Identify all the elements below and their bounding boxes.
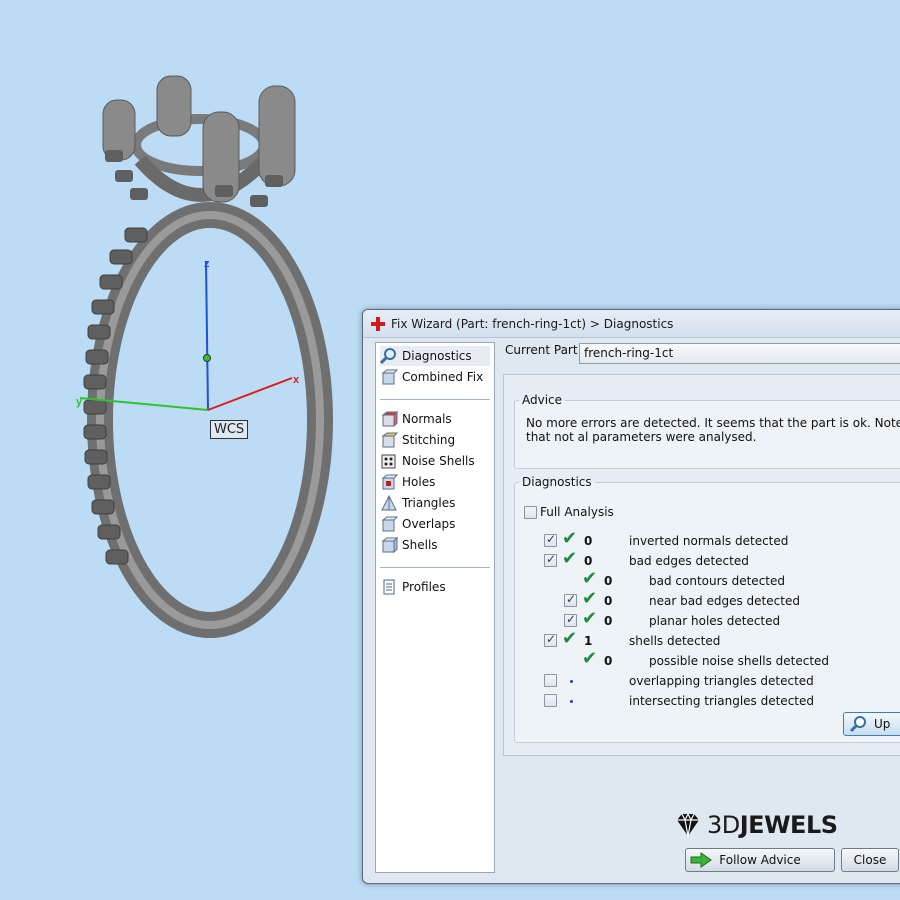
diag-checkbox[interactable] — [544, 694, 557, 707]
diag-label: near bad edges detected — [649, 594, 800, 608]
wcs-label: WCS — [210, 420, 249, 439]
diag-count: 0 — [604, 654, 613, 668]
z-axis-label: z — [204, 258, 210, 270]
sidebar-item-label: Holes — [402, 475, 436, 489]
logo-prefix: 3D — [707, 811, 740, 839]
cube-shells-icon — [381, 536, 398, 554]
sidebar-item-shells[interactable]: Shells — [380, 535, 444, 555]
sidebar-item-overlaps[interactable]: Overlaps — [380, 514, 461, 534]
diag-checkbox[interactable] — [544, 532, 557, 547]
sidebar-divider — [380, 399, 490, 400]
dialog-title: Fix Wizard (Part: french-ring-1ct) > Dia… — [391, 316, 674, 331]
sidebar-item-profiles[interactable]: Profiles — [380, 577, 452, 597]
ok-check-icon: ✔ — [582, 608, 598, 629]
ok-check-icon: ✔ — [562, 528, 578, 549]
update-button[interactable]: Up — [843, 712, 900, 736]
wizard-sidebar: Diagnostics Combined Fix Normals Stitchi… — [375, 342, 495, 873]
diag-label: shells detected — [629, 634, 721, 648]
sidebar-item-diagnostics[interactable]: Diagnostics — [380, 346, 490, 366]
diamond-logo-icon — [677, 812, 699, 837]
cube-stitch-icon — [381, 432, 398, 448]
sidebar-item-stitching[interactable]: Stitching — [380, 430, 461, 450]
diag-label: possible noise shells detected — [649, 654, 830, 668]
diag-count: 0 — [604, 574, 613, 588]
dice-icon — [381, 454, 396, 469]
close-button[interactable]: Close — [841, 848, 899, 872]
sidebar-item-holes[interactable]: Holes — [380, 472, 441, 492]
ok-check-icon: ✔ — [582, 648, 598, 669]
diag-label: planar holes detected — [649, 614, 781, 628]
sidebar-item-label: Overlaps — [402, 517, 456, 531]
3djewels-logo: 3DJEWELS — [675, 810, 845, 840]
logo-suffix: JEWELS — [739, 811, 838, 839]
document-icon — [383, 579, 395, 595]
magnifier-icon — [380, 348, 396, 365]
sidebar-item-label: Normals — [402, 412, 452, 426]
dialog-titlebar[interactable]: Fix Wizard (Part: french-ring-1ct) > Dia… — [363, 310, 900, 338]
diag-label: inverted normals detected — [629, 534, 789, 548]
full-analysis-label: Full Analysis — [540, 505, 614, 519]
follow-advice-button[interactable]: Follow Advice — [685, 848, 835, 872]
pending-dot-icon — [570, 680, 573, 683]
setting-bezel — [131, 114, 269, 176]
sidebar-item-combined-fix[interactable]: Combined Fix — [380, 367, 489, 387]
sidebar-item-label: Diagnostics — [402, 349, 472, 363]
sidebar-item-label: Noise Shells — [402, 454, 475, 468]
fix-wizard-icon — [371, 316, 385, 331]
diag-checkbox[interactable] — [544, 674, 557, 687]
diag-count: 0 — [604, 614, 613, 628]
x-axis-label: x — [293, 374, 300, 386]
diag-label: overlapping triangles detected — [629, 674, 814, 688]
sidebar-divider — [380, 567, 490, 568]
diag-label: intersecting triangles detected — [629, 694, 814, 708]
magnifier-icon — [850, 716, 866, 733]
cube-icon — [381, 369, 398, 385]
close-button-label: Close — [853, 853, 887, 867]
full-analysis-checkbox[interactable] — [524, 506, 537, 519]
diag-checkbox[interactable] — [564, 592, 577, 607]
diag-checkbox[interactable] — [544, 552, 557, 567]
diag-count: 0 — [584, 534, 593, 548]
follow-advice-label: Follow Advice — [719, 853, 801, 867]
cube-hole-icon — [381, 474, 398, 490]
update-button-label: Up — [874, 717, 891, 731]
sidebar-item-label: Profiles — [402, 580, 446, 594]
current-part-label: Current Part: — [505, 343, 582, 357]
ok-check-icon: ✔ — [562, 628, 578, 649]
sidebar-item-triangles[interactable]: Triangles — [380, 493, 461, 513]
y-axis-label: y — [76, 396, 83, 408]
fix-wizard-dialog: Fix Wizard (Part: french-ring-1ct) > Dia… — [362, 309, 900, 884]
diagnostics-panel: Advice No more errors are detected. It s… — [503, 374, 900, 756]
diag-count: 1 — [584, 634, 593, 648]
diag-checkbox[interactable] — [564, 612, 577, 627]
ok-check-icon: ✔ — [562, 548, 578, 569]
diag-count: 0 — [584, 554, 593, 568]
ok-check-icon: ✔ — [582, 568, 598, 589]
sidebar-item-label: Triangles — [402, 496, 456, 510]
diagnostics-legend: Diagnostics — [522, 475, 592, 489]
advice-legend: Advice — [522, 393, 563, 407]
z-axis — [205, 261, 209, 411]
sidebar-item-label: Shells — [402, 538, 438, 552]
cube-red-icon — [381, 410, 398, 428]
x-axis — [207, 377, 293, 411]
diag-count: 0 — [604, 594, 613, 608]
ok-check-icon: ✔ — [582, 588, 598, 609]
sidebar-item-label: Stitching — [402, 433, 456, 447]
current-part-select[interactable]: french-ring-1ct — [579, 343, 900, 364]
triangles-icon — [381, 494, 397, 511]
pending-dot-icon — [570, 700, 573, 703]
cube-overlap-icon — [381, 516, 398, 532]
advice-text: No more errors are detected. It seems th… — [526, 416, 900, 444]
diag-checkbox[interactable] — [544, 632, 557, 647]
sidebar-item-noise-shells[interactable]: Noise Shells — [380, 451, 481, 471]
green-arrow-icon — [690, 852, 712, 868]
diag-label: bad contours detected — [649, 574, 785, 588]
sidebar-item-normals[interactable]: Normals — [380, 409, 458, 429]
sidebar-item-label: Combined Fix — [402, 370, 484, 384]
diag-label: bad edges detected — [629, 554, 749, 568]
logo-text: 3DJEWELS — [707, 811, 838, 839]
origin-marker — [203, 354, 211, 362]
